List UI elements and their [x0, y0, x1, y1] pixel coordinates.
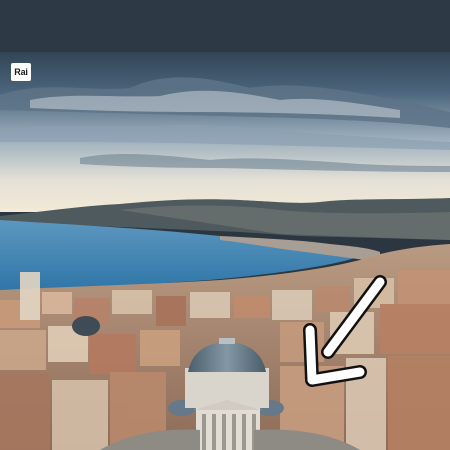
photo-frame: Rai	[0, 0, 450, 450]
top-bar	[0, 0, 450, 52]
rai-logo-text: Rai	[14, 67, 28, 77]
rai-logo: Rai	[11, 63, 31, 81]
naples-panorama	[0, 52, 450, 450]
